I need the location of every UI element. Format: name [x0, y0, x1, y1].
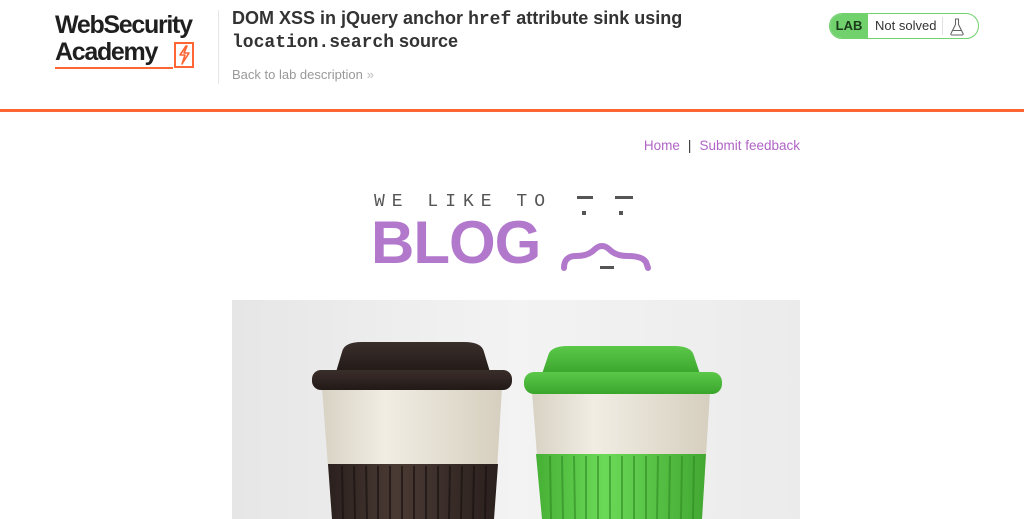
header-divider: [218, 10, 219, 84]
lab-status-widget: LAB Not solved: [829, 13, 979, 39]
header-orange-rule: [0, 109, 1024, 112]
lab-status-text: Not solved: [875, 18, 937, 33]
submit-feedback-link[interactable]: Submit feedback: [699, 138, 800, 153]
academy-header: WebSecurity Academy DOM XSS in jQuery an…: [0, 0, 1024, 112]
coffee-cups-illustration: [232, 300, 800, 519]
back-link-label: Back to lab description: [232, 67, 363, 82]
web-security-academy-logo[interactable]: WebSecurity Academy: [55, 11, 215, 71]
hero-image: [232, 300, 800, 519]
brace-face-icon: [561, 196, 651, 271]
lightning-bolt-icon: [174, 42, 194, 68]
back-to-lab-description-link[interactable]: Back to lab description»: [232, 67, 374, 82]
lab-title-code: href: [468, 10, 512, 30]
logo-text-line2: Academy: [55, 38, 158, 66]
logo-text-line1: WebSecurity: [55, 11, 193, 39]
we-like-to-blog-logo: WE LIKE TO BLOG: [368, 188, 668, 278]
double-chevron-right-icon: »: [366, 67, 374, 82]
lab-title-code: location.search: [232, 33, 395, 53]
lab-badge: LAB: [830, 14, 868, 38]
blog-logo-word: BLOG: [371, 209, 541, 276]
logo-underline: [55, 67, 173, 69]
nav-separator: |: [687, 138, 692, 153]
lab-title-text: source: [394, 31, 459, 51]
lab-title-text: DOM XSS in jQuery anchor: [232, 8, 469, 28]
lab-title: DOM XSS in jQuery anchor href attribute …: [232, 8, 792, 54]
home-link[interactable]: Home: [644, 138, 680, 153]
status-divider: [942, 17, 943, 35]
blog-nav: Home | Submit feedback: [0, 138, 800, 153]
lab-title-text: attribute sink using: [511, 8, 683, 28]
flask-icon: [950, 18, 964, 36]
